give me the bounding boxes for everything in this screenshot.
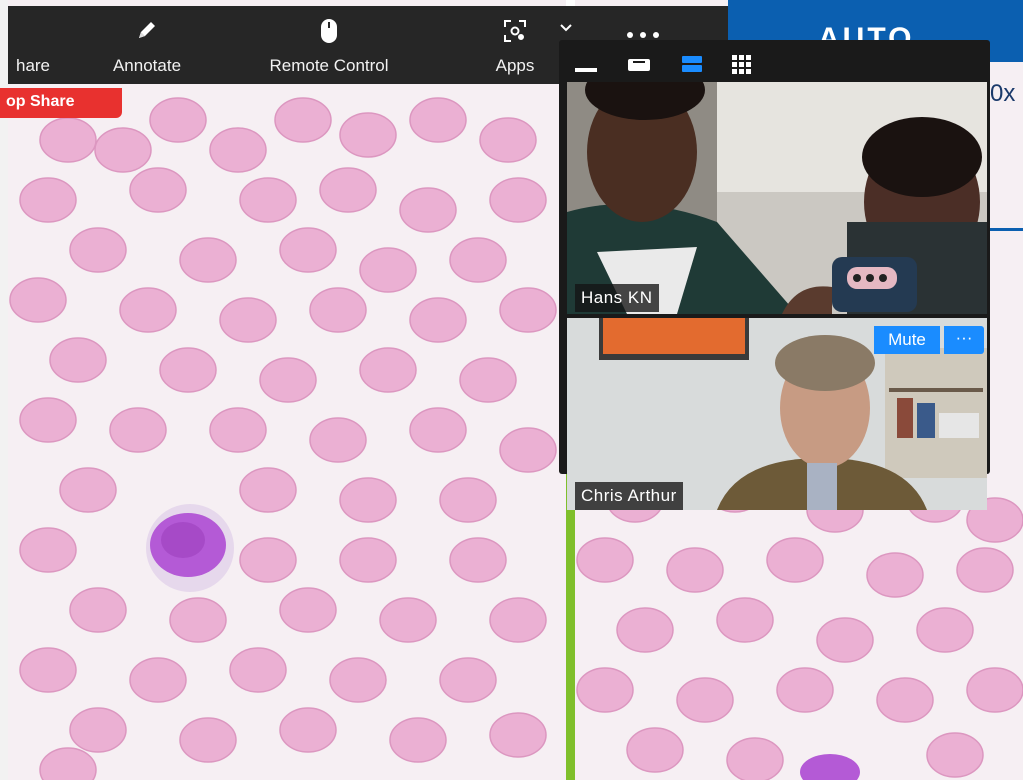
participant-more-button[interactable]: ··· xyxy=(944,326,984,354)
minimize-icon[interactable] xyxy=(575,52,597,76)
shared-screen: AUTO 0x hare Annotate Remote Control App… xyxy=(0,0,1023,780)
apps-icon xyxy=(484,18,546,49)
chevron-down-icon xyxy=(556,20,576,38)
participant-video-image xyxy=(567,82,987,314)
share-label: hare xyxy=(15,56,51,75)
share-button[interactable]: hare xyxy=(8,6,58,84)
stop-share-button[interactable]: op Share xyxy=(0,88,122,118)
participant-name-tag: Chris Arthur xyxy=(575,482,683,510)
pencil-icon xyxy=(96,18,198,47)
participant-name-tag: Hans KN xyxy=(575,284,659,312)
apps-button[interactable]: Apps xyxy=(484,6,546,84)
mute-button[interactable]: Mute xyxy=(874,326,940,354)
slide-rule xyxy=(990,228,1023,231)
apps-label: Apps xyxy=(495,56,535,75)
active-speaker-strip-icon[interactable] xyxy=(681,52,703,76)
video-gallery-panel: Hans KN Mute ··· Chris Arthur xyxy=(559,40,990,510)
mouse-icon xyxy=(241,18,417,49)
participant-video-chris[interactable]: Mute ··· Chris Arthur xyxy=(567,318,987,510)
remote-control-label: Remote Control xyxy=(269,56,389,75)
stop-share-label: op Share xyxy=(6,93,75,110)
annotate-label: Annotate xyxy=(112,56,182,75)
speaker-view-icon[interactable] xyxy=(627,52,651,76)
annotate-button[interactable]: Annotate xyxy=(96,6,198,84)
participant-video-hans[interactable]: Hans KN xyxy=(567,82,987,314)
slide-side-text: 0x xyxy=(990,80,1016,107)
remote-control-button[interactable]: Remote Control xyxy=(241,6,417,84)
gallery-grid-icon[interactable] xyxy=(731,52,753,76)
